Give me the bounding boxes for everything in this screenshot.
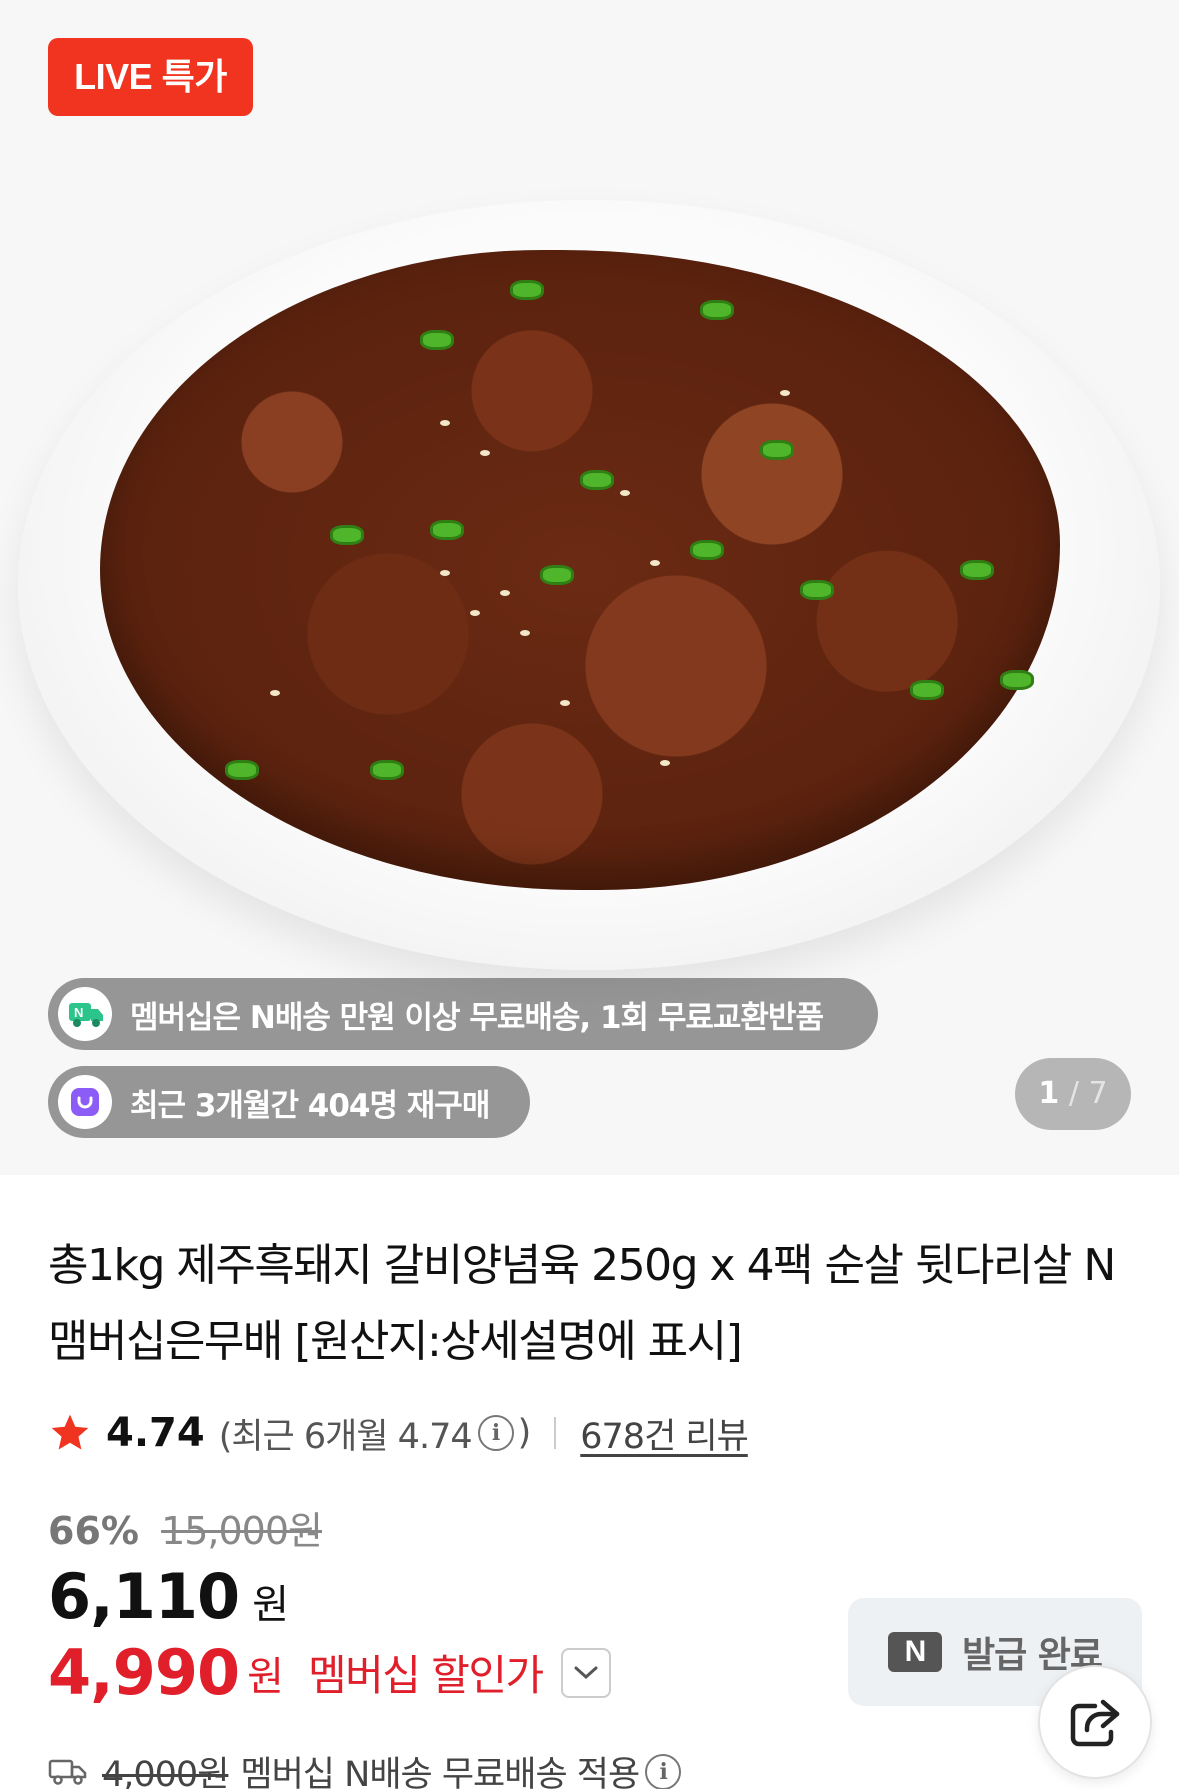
sesame-garnish [560,700,570,706]
membership-benefit-text: 멤버십은 N배송 만원 이상 무료배송, 1회 무료교환반품 [130,999,824,1036]
sale-price-unit: 원 [252,1582,290,1628]
scallion-garnish [225,760,259,780]
discount-row: 66% 15,000원 [48,1500,323,1555]
delivery-truck-icon [48,1759,87,1785]
n-delivery-truck-icon: N [58,987,112,1041]
member-price-toggle[interactable] [560,1647,611,1698]
sale-price: 6,110 원 [48,1560,289,1633]
sesame-garnish [780,390,790,396]
rating-row: 4.74 (최근 6개월 4.74 i ) 678건 리뷰 [48,1405,749,1461]
scallion-garnish [910,680,944,700]
sesame-garnish [620,490,630,496]
info-icon[interactable]: i [645,1753,682,1789]
original-price: 15,000원 [161,1509,323,1553]
sesame-garnish [660,760,670,766]
scallion-garnish [580,470,614,490]
repurchase-text: 최근 3개월간 404명 재구매 [130,1087,490,1124]
scallion-garnish [420,330,454,350]
member-price-value: 4,990 [48,1636,240,1709]
scallion-garnish [690,540,724,560]
image-counter: 1 / 7 [1015,1058,1131,1130]
product-image[interactable]: LIVE 특가 N 멤버십은 N배송 만원 이상 무료배송, 1회 무료교환반품 [0,0,1179,1175]
rating-value: 4.74 [106,1410,205,1456]
sesame-garnish [470,610,480,616]
member-price-row: 4,990 원 멤버십 할인가 [48,1636,611,1709]
reviews-link[interactable]: 678건 리뷰 [580,1408,749,1459]
recent-rating-close: ) [517,1413,532,1453]
divider [554,1417,557,1449]
scallion-garnish [370,760,404,780]
sesame-garnish [650,560,660,566]
sesame-garnish [480,450,490,456]
product-page: LIVE 특가 N 멤버십은 N배송 만원 이상 무료배송, 1회 무료교환반품 [0,0,1179,1789]
scallion-garnish [330,525,364,545]
member-price-unit: 원 [247,1653,284,1700]
bulgogi-illustration [100,250,1060,890]
shipping-old-fee: 4,000원 [102,1755,229,1789]
chevron-down-icon [574,1666,598,1679]
recent-rating: (최근 6개월 4.74 i ) [218,1408,532,1459]
member-price-label: 멤버십 할인가 [307,1651,544,1700]
share-icon [1070,1699,1120,1747]
star-icon [51,1414,89,1450]
sesame-garnish [520,630,530,636]
image-counter-current: 1 [1038,1076,1060,1111]
live-sale-badge: LIVE 특가 [48,38,253,116]
sesame-garnish [500,590,510,596]
shipping-row: 4,000원 멤버십 N배송 무료배송 적용 i [48,1746,685,1789]
image-counter-total: / 7 [1068,1076,1108,1111]
scallion-garnish [760,440,794,460]
sesame-garnish [440,570,450,576]
sale-price-value: 6,110 [48,1560,240,1633]
sesame-garnish [270,690,280,696]
n-logo-icon: N [887,1632,942,1672]
svg-text:N: N [74,1005,83,1020]
shipping-text: 멤버십 N배송 무료배송 적용 [240,1755,640,1789]
scallion-garnish [960,560,994,580]
membership-benefit-chip[interactable]: N 멤버십은 N배송 만원 이상 무료배송, 1회 무료교환반품 [48,978,878,1050]
scallion-garnish [800,580,834,600]
product-title: 총1kg 제주흑돼지 갈비양념육 250g x 4팩 순살 뒷다리살 N맴버십은… [48,1240,1116,1367]
discount-percent: 66% [48,1509,139,1553]
scallion-garnish [700,300,734,320]
shopping-bag-icon [58,1075,112,1129]
recent-rating-text: (최근 6개월 4.74 [218,1416,473,1457]
scallion-garnish [1000,670,1034,690]
repurchase-chip: 최근 3개월간 404명 재구매 [48,1066,530,1138]
share-button[interactable] [1038,1665,1152,1779]
sesame-garnish [440,420,450,426]
scallion-garnish [510,280,544,300]
scallion-garnish [540,565,574,585]
info-icon[interactable]: i [477,1415,514,1451]
scallion-garnish [430,520,464,540]
